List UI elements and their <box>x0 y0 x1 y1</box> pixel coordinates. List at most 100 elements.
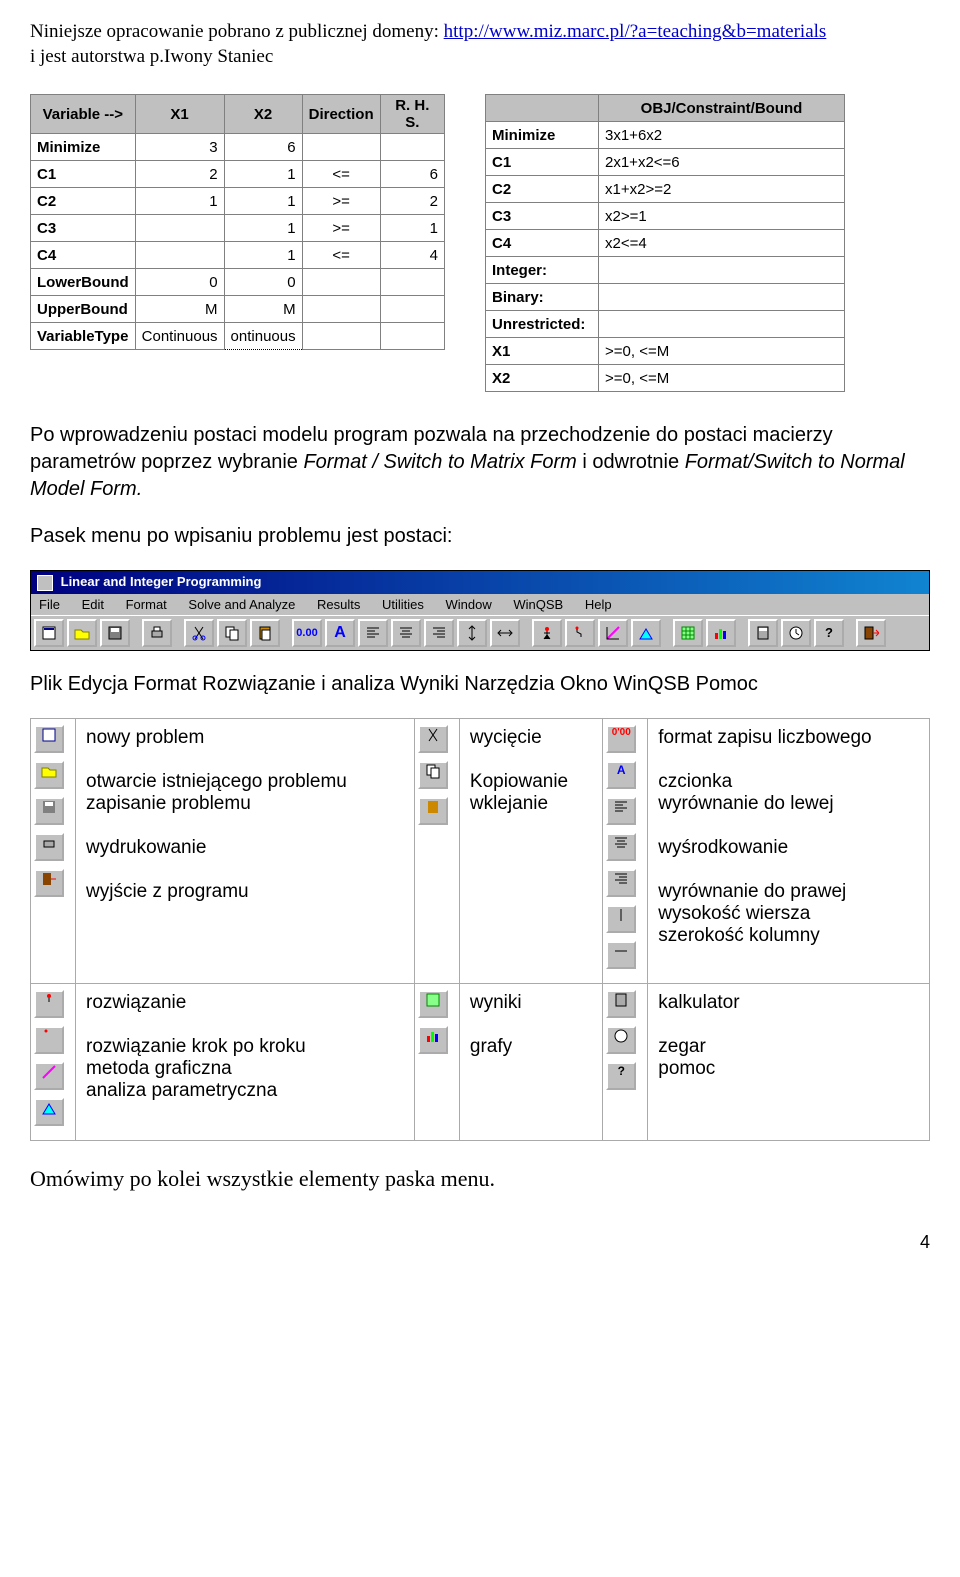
col-obj: OBJ/Constraint/Bound <box>599 95 845 122</box>
align-left-icon[interactable] <box>358 619 388 647</box>
legend-col3-text: format zapisu liczbowego czcionka wyrówn… <box>648 718 930 983</box>
align-center-icon[interactable] <box>391 619 421 647</box>
align-center-icon <box>606 833 636 861</box>
menu-utilities[interactable]: Utilities <box>382 597 424 612</box>
results-icon <box>418 990 448 1018</box>
number-format-icon[interactable]: 0.00 <box>292 619 322 647</box>
col-blank <box>486 95 599 122</box>
parametric-icon <box>34 1098 64 1126</box>
col-dir: Direction <box>302 95 380 134</box>
table-row: Integer: <box>486 257 845 284</box>
header-text: Niniejsze opracowanie pobrano z publiczn… <box>30 21 444 42</box>
menu-help[interactable]: Help <box>585 597 612 612</box>
menu-winqsb[interactable]: WinQSB <box>513 597 563 612</box>
menu-format[interactable]: Format <box>126 597 167 612</box>
cut-icon[interactable] <box>184 619 214 647</box>
legend-col1-text: nowy problem otwarcie istniejącego probl… <box>76 718 415 983</box>
graphs-icon <box>418 1026 448 1054</box>
legend-col1b-text: rozwiązanie rozwiązanie krok po kroku me… <box>76 983 415 1140</box>
legend-row-2: rozwiązanie rozwiązanie krok po kroku me… <box>31 983 930 1140</box>
print-icon[interactable] <box>142 619 172 647</box>
col-width-icon[interactable] <box>490 619 520 647</box>
open-icon <box>34 761 64 789</box>
menubar-screenshot: Linear and Integer Programming File Edit… <box>30 570 930 651</box>
calculator-icon <box>606 990 636 1018</box>
table-row: C121<=6 <box>31 161 445 188</box>
parametric-icon[interactable] <box>631 619 661 647</box>
table-row: C211>=2 <box>31 188 445 215</box>
legend-col2-text: wycięcie Kopiowanie wklejanie <box>459 718 602 983</box>
save-icon[interactable] <box>100 619 130 647</box>
app-icon <box>37 575 53 591</box>
help-icon[interactable]: ? <box>814 619 844 647</box>
step-icon[interactable] <box>565 619 595 647</box>
paste-icon[interactable] <box>250 619 280 647</box>
toolbar: 0.00 A ? <box>31 615 929 650</box>
menu-results[interactable]: Results <box>317 597 360 612</box>
menu-row: File Edit Format Solve and Analyze Resul… <box>31 594 929 615</box>
legend-row-1: nowy problem otwarcie istniejącego probl… <box>31 718 930 983</box>
col-x2: X2 <box>224 95 302 134</box>
normal-form-table: OBJ/Constraint/Bound Minimize3x1+6x2 C12… <box>485 94 845 392</box>
header-link[interactable]: http://www.miz.marc.pl/?a=teaching&b=mat… <box>444 21 827 42</box>
cut-icon <box>418 725 448 753</box>
print-icon <box>34 833 64 861</box>
table-row: C31>=1 <box>31 215 445 242</box>
table-row: C4x2<=4 <box>486 230 845 257</box>
matrix-form-table: Variable --> X1 X2 Direction R. H. S. Mi… <box>30 94 445 392</box>
table-row: X1>=0, <=M <box>486 338 845 365</box>
copy-icon <box>418 761 448 789</box>
graphic-method-icon <box>34 1062 64 1090</box>
font-icon[interactable]: A <box>325 619 355 647</box>
page-number: 4 <box>30 1232 930 1253</box>
menu-file[interactable]: File <box>39 597 60 612</box>
paragraph-menubar-intro: Pasek menu po wpisaniu problemu jest pos… <box>30 523 930 550</box>
solve-icon <box>34 990 64 1018</box>
table-row: C2x1+x2>=2 <box>486 176 845 203</box>
paste-icon <box>418 797 448 825</box>
table-row: LowerBound00 <box>31 269 445 296</box>
exit-icon <box>34 869 64 897</box>
calculator-icon[interactable] <box>748 619 778 647</box>
table-row: Minimize36 <box>31 134 445 161</box>
legend-table: nowy problem otwarcie istniejącego probl… <box>30 718 930 1141</box>
screenshots-row: Variable --> X1 X2 Direction R. H. S. Mi… <box>30 94 930 392</box>
solve-icon[interactable] <box>532 619 562 647</box>
window-title: Linear and Integer Programming <box>61 574 262 589</box>
row-height-icon[interactable] <box>457 619 487 647</box>
align-right-icon[interactable] <box>424 619 454 647</box>
number-format-icon: 0'00 <box>606 725 636 753</box>
graphs-icon[interactable] <box>706 619 736 647</box>
window-titlebar: Linear and Integer Programming <box>31 571 929 594</box>
copy-icon[interactable] <box>217 619 247 647</box>
clock-icon <box>606 1026 636 1054</box>
table-row: Binary: <box>486 284 845 311</box>
legend-col3b-text: kalkulator zegar pomoc <box>648 983 930 1140</box>
header-note: Niniejsze opracowanie pobrano z publiczn… <box>30 20 930 69</box>
new-icon <box>34 725 64 753</box>
table-row: C3x2>=1 <box>486 203 845 230</box>
font-icon: A <box>606 761 636 789</box>
table-row: Unrestricted: <box>486 311 845 338</box>
menu-edit[interactable]: Edit <box>82 597 104 612</box>
paragraph-intro: Po wprowadzeniu postaci modelu program p… <box>30 422 930 503</box>
table-row: X2>=0, <=M <box>486 365 845 392</box>
table-row: C41<=4 <box>31 242 445 269</box>
table-row: UpperBoundMM <box>31 296 445 323</box>
col-width-icon <box>606 941 636 969</box>
exit-icon[interactable] <box>856 619 886 647</box>
align-right-icon <box>606 869 636 897</box>
legend-col2b-text: wyniki grafy <box>459 983 602 1140</box>
graphic-method-icon[interactable] <box>598 619 628 647</box>
new-icon[interactable] <box>34 619 64 647</box>
results-icon[interactable] <box>673 619 703 647</box>
step-icon <box>34 1026 64 1054</box>
table-row: Minimize3x1+6x2 <box>486 122 845 149</box>
align-left-icon <box>606 797 636 825</box>
clock-icon[interactable] <box>781 619 811 647</box>
row-height-icon <box>606 905 636 933</box>
menu-window[interactable]: Window <box>446 597 492 612</box>
menu-solve[interactable]: Solve and Analyze <box>188 597 295 612</box>
help-icon: ? <box>606 1062 636 1090</box>
open-icon[interactable] <box>67 619 97 647</box>
